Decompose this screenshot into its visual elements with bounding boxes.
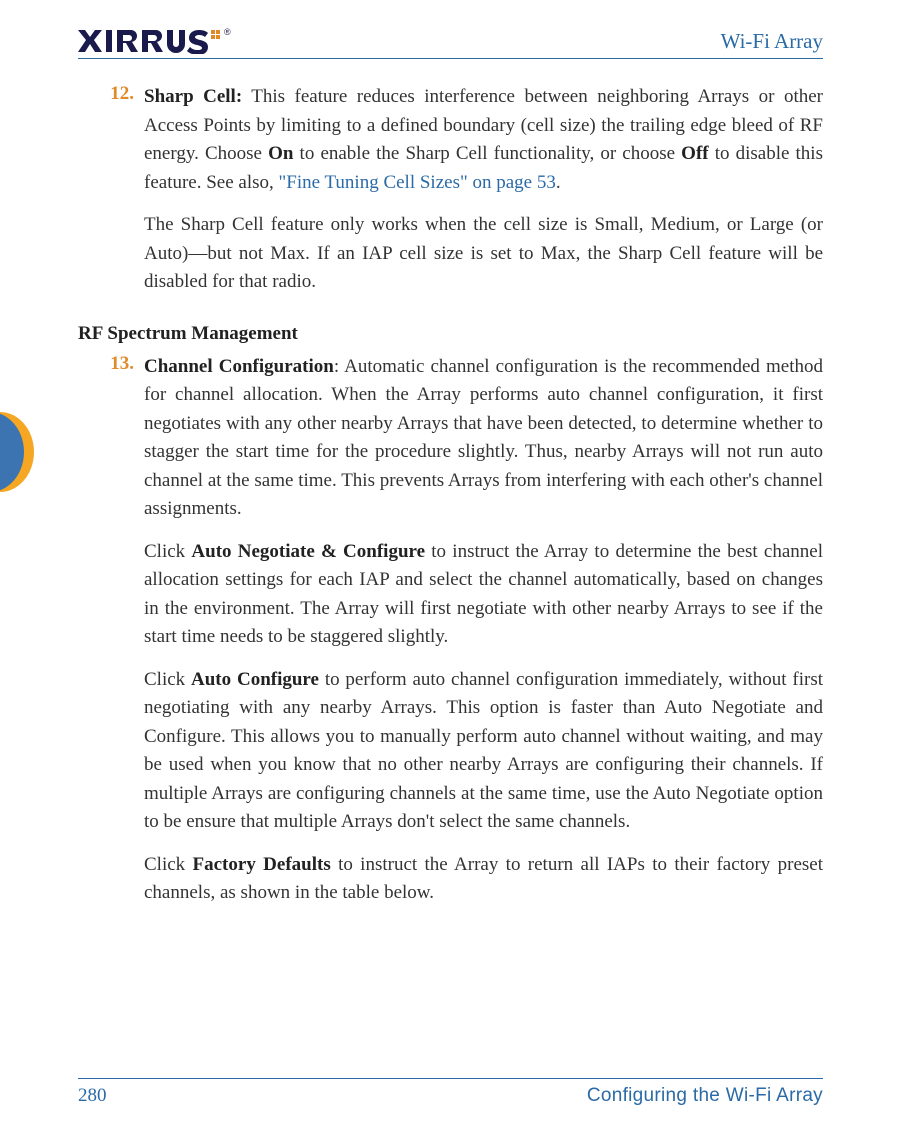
paragraph: The Sharp Cell feature only works when t… [144,211,823,297]
text: to enable the Sharp Cell functionality, … [293,143,681,164]
page-header: ® Wi-Fi Array [78,28,823,59]
text: to perform auto channel configuration im… [144,669,823,833]
section-heading: RF Spectrum Management [78,323,823,345]
action-auto-negotiate: Auto Negotiate & Configure [191,541,425,562]
item-number: 13. [78,353,144,908]
option-off: Off [681,143,708,164]
item-title: Sharp Cell: [144,86,242,107]
option-on: On [268,143,293,164]
footer-section-title: Configuring the Wi-Fi Array [587,1085,823,1107]
text: Click [144,669,191,690]
item-body: Sharp Cell: This feature reduces interfe… [144,83,823,297]
list-item-13: 13. Channel Configuration: Automatic cha… [78,353,823,908]
item-body: Channel Configuration: Automatic channel… [144,353,823,908]
text: Click [144,854,193,875]
list-item-12: 12. Sharp Cell: This feature reduces int… [78,83,823,297]
text: Click [144,541,191,562]
page-side-tab [0,412,34,492]
header-title: Wi-Fi Array [721,29,823,54]
page-number: 280 [78,1085,107,1107]
brand-logo: ® [78,28,248,54]
cross-reference-link[interactable]: "Fine Tuning Cell Sizes" on page 53 [279,172,556,193]
svg-text:®: ® [224,28,231,37]
item-title: Channel Configuration [144,356,334,377]
text: . [556,172,561,193]
xirrus-logo-icon: ® [78,28,248,54]
page-footer: 280 Configuring the Wi-Fi Array [78,1078,823,1107]
item-number: 12. [78,83,144,297]
text: : Automatic channel configuration is the… [144,356,823,520]
action-factory-defaults: Factory Defaults [193,854,331,875]
action-auto-configure: Auto Configure [191,669,319,690]
